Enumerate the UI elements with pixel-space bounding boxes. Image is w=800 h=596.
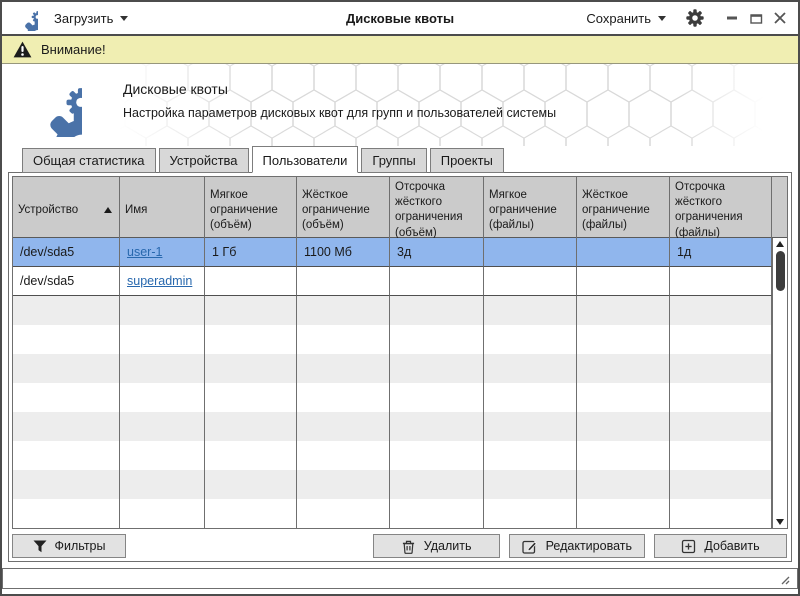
minimize-button[interactable]	[724, 10, 740, 26]
table-scrollbar[interactable]	[772, 238, 787, 528]
trash-icon	[401, 539, 416, 554]
cell-grace-volume	[390, 267, 484, 296]
tab-projects[interactable]: Проекты	[430, 148, 504, 173]
filter-funnel-icon	[33, 540, 47, 553]
cell-hard-files	[577, 267, 670, 296]
cell-soft-volume	[205, 267, 297, 296]
table-row[interactable]: /dev/sda5 superadmin	[13, 267, 772, 296]
quota-table: Устройство Имя Мягкое ограничение (объём…	[12, 176, 788, 529]
chevron-down-icon	[120, 16, 128, 21]
empty-row	[13, 470, 772, 499]
column-header-grace-files[interactable]: Отсрочка жёсткого ограничения (файлы)	[670, 177, 772, 244]
app-window: Загрузить Дисковые квоты Сохранить	[0, 0, 800, 596]
cell-grace-files: 1д	[670, 238, 772, 267]
edit-pencil-icon	[522, 539, 538, 554]
table-header-row: Устройство Имя Мягкое ограничение (объём…	[13, 177, 787, 238]
load-menu-button[interactable]: Загрузить	[54, 11, 128, 26]
column-header-hard-volume[interactable]: Жёсткое ограничение (объём)	[297, 177, 390, 244]
add-button[interactable]: Добавить	[654, 534, 787, 558]
users-tab-panel: Устройство Имя Мягкое ограничение (объём…	[8, 172, 792, 562]
empty-row	[13, 296, 772, 325]
edit-button[interactable]: Редактировать	[509, 534, 645, 558]
column-header-grace-volume[interactable]: Отсрочка жёсткого ограничения (объём)	[390, 177, 484, 244]
cell-grace-volume: 3д	[390, 238, 484, 267]
warning-text: Внимание!	[41, 42, 106, 57]
title-bar: Загрузить Дисковые квоты Сохранить	[2, 2, 798, 36]
column-header-soft-volume[interactable]: Мягкое ограничение (объём)	[205, 177, 297, 244]
page-header: Дисковые квоты Настройка параметров диск…	[2, 64, 798, 146]
table-row[interactable]: /dev/sda5 user-1 1 Гб 1100 Мб 3д 1д	[13, 238, 772, 267]
status-bar-area	[2, 562, 798, 594]
cell-device: /dev/sda5	[13, 238, 120, 267]
delete-button[interactable]: Удалить	[373, 534, 500, 558]
scroll-up-icon[interactable]	[776, 241, 784, 247]
scrollbar-thumb[interactable]	[776, 251, 785, 291]
close-button[interactable]	[772, 10, 788, 26]
maximize-icon	[750, 13, 763, 24]
filters-button[interactable]: Фильтры	[12, 534, 126, 558]
table-body: /dev/sda5 user-1 1 Гб 1100 Мб 3д 1д /dev…	[13, 238, 772, 528]
status-bar	[2, 568, 798, 589]
tab-devices[interactable]: Устройства	[159, 148, 249, 173]
resize-grip[interactable]	[778, 573, 790, 585]
sort-ascending-icon	[104, 207, 112, 213]
empty-row	[13, 412, 772, 441]
tab-groups[interactable]: Группы	[361, 148, 426, 173]
close-icon	[774, 12, 786, 24]
empty-row	[13, 325, 772, 354]
tab-users[interactable]: Пользователи	[252, 146, 359, 173]
scroll-down-icon[interactable]	[776, 519, 784, 525]
empty-row	[13, 441, 772, 470]
maximize-button[interactable]	[748, 10, 764, 26]
user-link[interactable]: user-1	[127, 245, 162, 259]
cell-soft-volume: 1 Гб	[205, 238, 297, 267]
cell-hard-files	[577, 238, 670, 267]
actions-toolbar: Фильтры Удалить	[12, 534, 788, 558]
save-menu-label: Сохранить	[586, 11, 651, 26]
minimize-icon	[727, 16, 737, 20]
app-gears-icon	[12, 5, 38, 31]
tab-general-statistics[interactable]: Общая статистика	[22, 148, 156, 173]
cell-soft-files	[484, 267, 577, 296]
disk-quota-gears-icon	[18, 73, 82, 137]
pattern-fade	[678, 64, 768, 146]
empty-row	[13, 499, 772, 528]
empty-row	[13, 354, 772, 383]
cell-soft-files	[484, 238, 577, 267]
plus-square-icon	[681, 539, 696, 554]
column-header-name[interactable]: Имя	[120, 177, 205, 244]
user-link[interactable]: superadmin	[127, 274, 192, 288]
load-menu-label: Загрузить	[54, 11, 113, 26]
cell-device: /dev/sda5	[13, 267, 120, 296]
settings-gear-icon[interactable]	[686, 9, 704, 27]
column-header-hard-files[interactable]: Жёсткое ограничение (файлы)	[577, 177, 670, 244]
column-header-device[interactable]: Устройство	[13, 177, 120, 244]
header-scrollbar-spacer	[772, 177, 787, 244]
page-title: Дисковые квоты	[123, 81, 556, 97]
warning-bar: Внимание!	[2, 36, 798, 64]
cell-grace-files	[670, 267, 772, 296]
warning-triangle-icon	[13, 41, 32, 58]
column-header-soft-files[interactable]: Мягкое ограничение (файлы)	[484, 177, 577, 244]
chevron-down-icon	[658, 16, 666, 21]
save-menu-button[interactable]: Сохранить	[586, 11, 666, 26]
cell-hard-volume: 1100 Мб	[297, 238, 390, 267]
cell-hard-volume	[297, 267, 390, 296]
page-subtitle: Настройка параметров дисковых квот для г…	[123, 106, 556, 120]
tab-bar: Общая статистика Устройства Пользователи…	[2, 146, 798, 172]
empty-row	[13, 383, 772, 412]
